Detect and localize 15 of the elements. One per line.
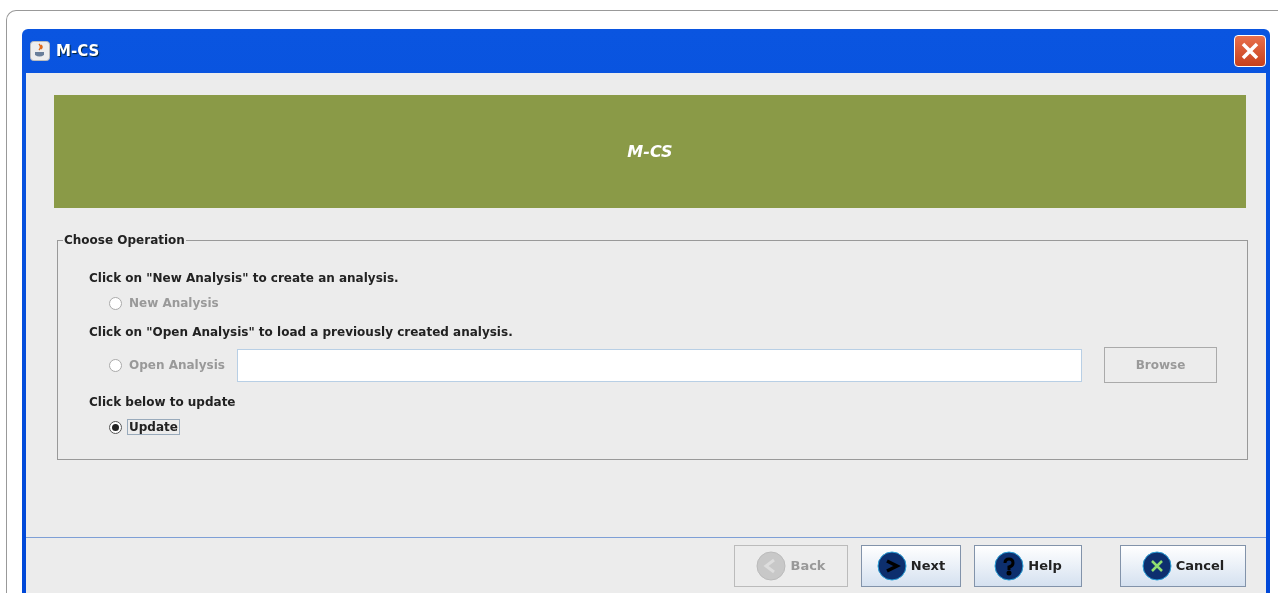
cancel-icon bbox=[1141, 550, 1172, 581]
window-title: M-CS bbox=[56, 42, 100, 60]
next-button[interactable]: Next bbox=[861, 544, 961, 587]
instruction-text: Click on "Open Analysis" to load a previously created analysis. bbox=[89, 325, 514, 339]
banner-title: M-CS bbox=[54, 95, 1246, 208]
java-cup-icon bbox=[30, 41, 50, 61]
instruction-text: Click on "New Analysis" to create an analysis. bbox=[89, 271, 400, 285]
cancel-button[interactable]: Cancel bbox=[1120, 544, 1246, 587]
group-title: Choose Operation bbox=[63, 233, 186, 247]
path-field[interactable] bbox=[236, 348, 1082, 382]
help-icon bbox=[994, 550, 1025, 581]
close-icon bbox=[1240, 41, 1260, 61]
instruction-text: Click below to update bbox=[89, 395, 237, 409]
close-button[interactable] bbox=[1234, 35, 1266, 67]
help-button[interactable]: Help bbox=[974, 544, 1082, 587]
